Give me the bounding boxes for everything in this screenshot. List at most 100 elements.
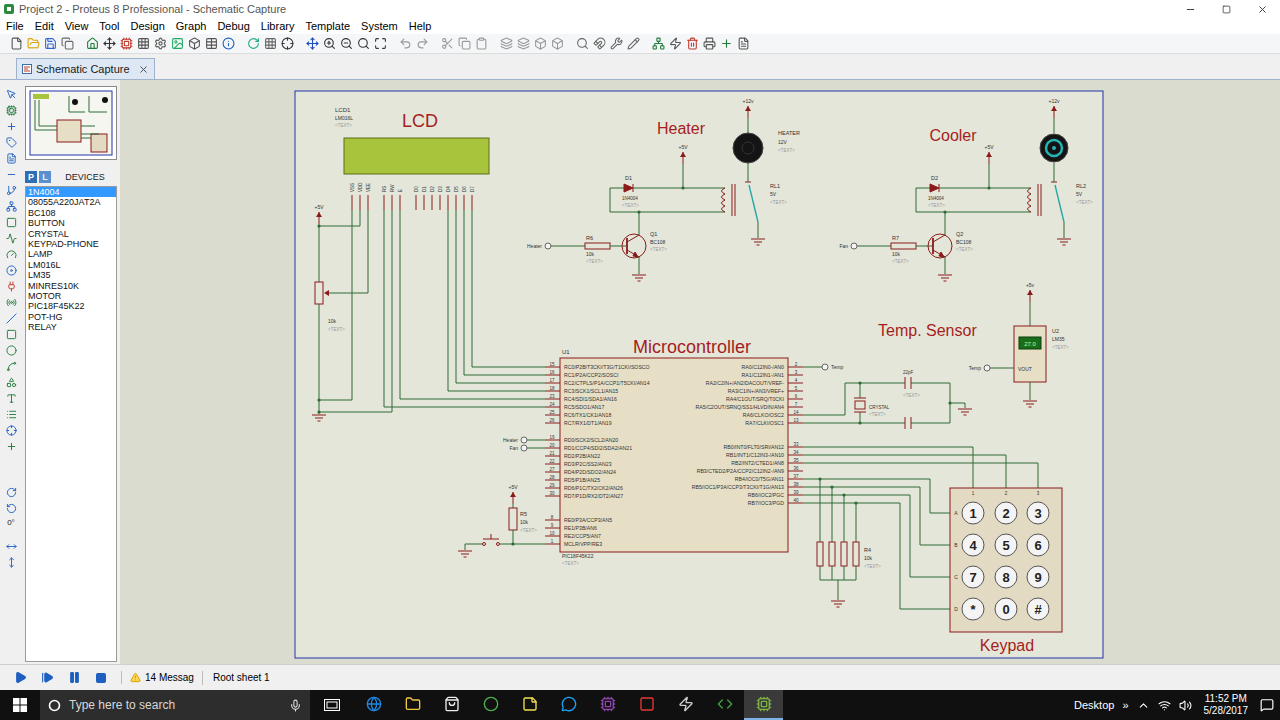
menu-item[interactable]: View (65, 19, 89, 33)
rotation-field[interactable]: 0° (7, 518, 15, 528)
rotate-ccw-icon[interactable] (4, 502, 18, 514)
mode-button-icon[interactable] (4, 248, 18, 260)
mode-button-icon[interactable] (4, 184, 18, 196)
device-item[interactable]: LM35 (26, 270, 116, 280)
resistor[interactable] (829, 542, 835, 566)
minimize-icon[interactable] (1172, 0, 1208, 18)
ground-symbol[interactable] (831, 601, 845, 607)
mode-button-icon[interactable] (4, 264, 18, 276)
keypad-key[interactable]: 5 (995, 534, 1017, 556)
device-item[interactable]: 08055A220JAT2A (26, 197, 116, 207)
toolbar-button-icon[interactable] (372, 35, 389, 52)
toolbar-button-icon[interactable] (59, 35, 76, 52)
ground-symbol[interactable] (312, 415, 326, 421)
keypad-key[interactable]: 9 (1027, 566, 1049, 588)
ground-symbol[interactable] (632, 275, 646, 281)
toolbar-button-icon[interactable] (304, 35, 321, 52)
schematic-canvas[interactable]: LCD1LM016L<TEXT>LCDVSSVDDVEERSRWED0D1D2D… (120, 80, 1280, 664)
power-terminal[interactable]: +5v (1026, 282, 1035, 302)
toolbar-button-icon[interactable] (439, 35, 456, 52)
relay[interactable] (722, 182, 759, 222)
mode-button-icon[interactable] (4, 120, 18, 132)
toolbar-button-icon[interactable] (42, 35, 59, 52)
net-terminal[interactable]: Temp (822, 364, 843, 370)
mode-button-icon[interactable] (4, 440, 18, 452)
toolbar-button-icon[interactable] (135, 35, 152, 52)
ground-symbol[interactable] (958, 409, 972, 415)
mode-button-icon[interactable] (4, 424, 18, 436)
toolbar-button-icon[interactable] (591, 35, 608, 52)
taskbar-app-icon[interactable] (666, 690, 705, 720)
keypad-key[interactable]: 0 (995, 598, 1017, 620)
menu-item[interactable]: Tool (99, 19, 119, 33)
mode-button-icon[interactable] (4, 200, 18, 212)
toolbar-button-icon[interactable] (8, 35, 25, 52)
device-item[interactable]: MOTOR (26, 291, 116, 301)
lcd-module[interactable]: LCD1LM016L<TEXT>LCDVSSVDDVEERSRWED0D1D2D… (335, 107, 489, 210)
keypad-key[interactable]: 7 (962, 566, 984, 588)
taskbar-app-icon[interactable] (471, 690, 510, 720)
network-icon[interactable] (1158, 699, 1171, 712)
taskbar-app-icon[interactable] (354, 690, 393, 720)
document-tab[interactable]: Schematic Capture (16, 58, 155, 79)
mode-button-icon[interactable] (4, 136, 18, 148)
toolbar-button-icon[interactable] (25, 35, 42, 52)
mode-button-icon[interactable] (4, 232, 18, 244)
heater-lamp[interactable] (733, 133, 763, 163)
mode-button-icon[interactable] (4, 392, 18, 404)
mirror-horizontal-icon[interactable] (4, 540, 18, 552)
transistor[interactable] (928, 234, 952, 258)
power-terminal[interactable]: +5V (984, 144, 994, 164)
mode-button-icon[interactable] (4, 280, 18, 292)
step-icon[interactable] (41, 671, 54, 684)
ground-symbol[interactable] (458, 551, 472, 557)
toolbar-button-icon[interactable] (718, 35, 735, 52)
picker-mode-button[interactable]: P (25, 171, 37, 183)
menu-item[interactable]: Template (305, 19, 350, 33)
device-item[interactable]: MINRES10K (26, 281, 116, 291)
keypad-key[interactable]: 8 (995, 566, 1017, 588)
keypad-key[interactable]: 3 (1027, 502, 1049, 524)
capacitor[interactable] (905, 377, 911, 429)
toolbar-button-icon[interactable] (101, 35, 118, 52)
power-terminal[interactable]: +5V (508, 484, 518, 504)
mode-button-icon[interactable] (4, 104, 18, 116)
menu-item[interactable]: Graph (176, 19, 207, 33)
device-item[interactable]: LAMP (26, 249, 116, 259)
keypad-key[interactable]: 2 (995, 502, 1017, 524)
toolbar-button-icon[interactable] (574, 35, 591, 52)
toolbar-button-icon[interactable] (667, 35, 684, 52)
toolbar-button-icon[interactable] (338, 35, 355, 52)
notifications-icon[interactable] (1260, 698, 1274, 712)
overview-window[interactable] (25, 86, 117, 160)
device-item[interactable]: CRYSTAL (26, 229, 116, 239)
maximize-icon[interactable] (1208, 0, 1244, 18)
crystal[interactable] (854, 398, 866, 412)
keypad-key[interactable]: * (962, 598, 984, 620)
keypad-key[interactable]: # (1027, 598, 1049, 620)
toolbar-button-icon[interactable] (203, 35, 220, 52)
toolbar-button-icon[interactable] (473, 35, 490, 52)
taskbar-app-icon[interactable] (432, 690, 471, 720)
device-item[interactable]: BC108 (26, 208, 116, 218)
toolbar-button-icon[interactable] (701, 35, 718, 52)
menu-item[interactable]: Edit (35, 19, 54, 33)
device-item[interactable]: LM016L (26, 260, 116, 270)
toolbar-button-icon[interactable] (84, 35, 101, 52)
close-icon[interactable] (1244, 0, 1280, 18)
toolbar-button-icon[interactable] (414, 35, 431, 52)
net-terminal[interactable]: Heater (503, 437, 527, 443)
net-terminal[interactable]: Heater (527, 243, 551, 249)
toolbar-button-icon[interactable] (532, 35, 549, 52)
microcontroller[interactable]: MicrocontrollerU115RC0/P2B/T3CKI/T3G/T1C… (545, 337, 803, 566)
toolbar-button-icon[interactable] (650, 35, 667, 52)
start-button[interactable] (0, 690, 40, 720)
tab-close-icon[interactable] (138, 64, 149, 75)
resistor[interactable] (509, 508, 517, 530)
mode-button-icon[interactable] (4, 296, 18, 308)
ground-symbol[interactable] (1057, 239, 1071, 245)
taskbar-app-icon[interactable] (705, 690, 744, 720)
toolbar-button-icon[interactable] (735, 35, 752, 52)
resistor[interactable] (853, 542, 859, 566)
toolbar-button-icon[interactable] (220, 35, 237, 52)
